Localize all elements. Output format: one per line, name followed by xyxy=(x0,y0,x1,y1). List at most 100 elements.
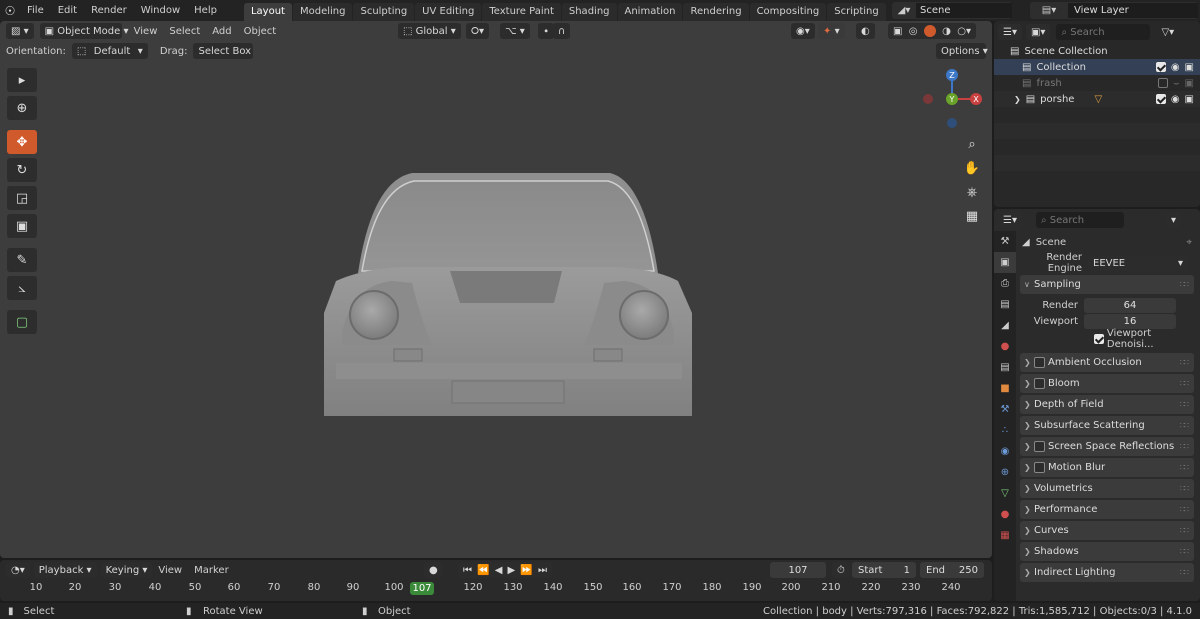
properties-editor-type-button[interactable]: ☰▾ xyxy=(998,212,1022,228)
view-layer-selector[interactable]: ▤▾ View Layer xyxy=(1030,2,1198,19)
car-model[interactable] xyxy=(322,163,694,416)
outliner-search-input[interactable]: ⌕ Search xyxy=(1056,24,1151,40)
move-tool[interactable]: ✥ xyxy=(7,130,37,154)
panel-indirect-lighting[interactable]: ❯ Indirect Lighting ∷∷ xyxy=(1020,563,1194,582)
view-layer-name[interactable]: View Layer xyxy=(1068,3,1198,18)
camera-icon[interactable]: ▣ xyxy=(1185,62,1194,73)
grip-icon[interactable]: ∷∷ xyxy=(1180,547,1189,556)
grip-icon[interactable]: ∷∷ xyxy=(1180,568,1189,577)
properties-editor[interactable]: ☰▾ ⌕ Search ▾ ⚒ ▣ ⎙ ▤ ◢ ● ▤ ■ ⚒ ∴ ◉ ⊕ ▽ … xyxy=(994,209,1200,601)
menu-select[interactable]: Select xyxy=(163,26,206,37)
timeline-ruler[interactable]: 10 20 30 40 50 60 70 80 90 100 120 130 140 150 160 170 1… xyxy=(0,581,992,595)
gizmo-toggle[interactable]: ✦ ▾ xyxy=(818,23,845,39)
exclude-checkbox[interactable] xyxy=(1157,77,1168,88)
editor-type-button[interactable]: ▨ ▾ xyxy=(6,23,34,39)
eye-icon[interactable]: ◉ xyxy=(1171,94,1180,105)
preview-range-button[interactable]: ⏱ xyxy=(832,562,850,578)
camera-icon[interactable]: ▣ xyxy=(1185,78,1194,89)
panel-bloom[interactable]: ❯ Bloom ∷∷ xyxy=(1020,374,1194,393)
object-tab-icon[interactable]: ■ xyxy=(994,378,1016,399)
annotate-tool[interactable]: ✎ xyxy=(7,248,37,272)
grip-icon[interactable]: ∷∷ xyxy=(1180,505,1189,514)
scene-name[interactable]: Scene xyxy=(916,3,1012,18)
menu-object[interactable]: Object xyxy=(238,26,283,37)
transform-orientation-select[interactable]: ⬚ Global ▾ xyxy=(398,23,461,39)
tab-compositing[interactable]: Compositing xyxy=(749,3,827,21)
menu-view[interactable]: View xyxy=(128,26,164,37)
blender-logo-icon[interactable]: ☉ xyxy=(0,0,20,21)
tab-uv-editing[interactable]: UV Editing xyxy=(415,3,482,21)
eye-icon[interactable]: ◉ xyxy=(1171,62,1180,73)
cursor-tool[interactable]: ⊕ xyxy=(7,96,37,120)
menu-add[interactable]: Add xyxy=(206,26,237,37)
outliner-row-frash[interactable]: ▤ frash ⌣ ▣ xyxy=(994,75,1200,91)
grip-icon[interactable]: ∷∷ xyxy=(1180,484,1189,493)
start-frame-field[interactable]: Start 1 xyxy=(852,562,916,578)
physics-tab-icon[interactable]: ◉ xyxy=(994,441,1016,462)
outliner-row-scene-collection[interactable]: ▤ Scene Collection xyxy=(994,43,1200,59)
play-icon[interactable]: ▶ xyxy=(508,565,516,576)
perspective-grid-icon[interactable]: ▦ xyxy=(961,205,983,227)
tab-shading[interactable]: Shading xyxy=(561,3,617,21)
material-tab-icon[interactable]: ● xyxy=(994,504,1016,525)
jump-start-icon[interactable]: ⏮ xyxy=(463,565,472,576)
world-tab-icon[interactable]: ● xyxy=(994,336,1016,357)
material-shading-icon[interactable]: ◑ xyxy=(942,26,951,37)
grip-icon[interactable]: ∷∷ xyxy=(1180,463,1189,472)
camera-icon[interactable]: ▣ xyxy=(1185,94,1194,105)
transform-tool[interactable]: ▣ xyxy=(7,214,37,238)
view-layer-tab-icon[interactable]: ▤ xyxy=(994,294,1016,315)
pivot-point-button[interactable]: ⭘▾ xyxy=(466,23,490,39)
prev-keyframe-icon[interactable]: ⏪ xyxy=(477,565,489,576)
panel-volumetrics[interactable]: ❯ Volumetrics ∷∷ xyxy=(1020,479,1194,498)
panel-enable-checkbox[interactable] xyxy=(1034,441,1045,452)
tab-animation[interactable]: Animation xyxy=(617,3,683,21)
timeline-editor[interactable]: ◔▾ Playback ▾ Keying ▾ View Marker ● ⏮ ⏪… xyxy=(0,560,992,601)
overlay-toggle[interactable]: ◐ xyxy=(856,23,875,39)
end-frame-field[interactable]: End 250 xyxy=(920,562,984,578)
outliner-row-collection[interactable]: ▤ Collection ◉ ▣ xyxy=(994,59,1200,75)
auto-keying-button[interactable]: ● xyxy=(424,562,443,578)
modifier-tab-icon[interactable]: ⚒ xyxy=(994,399,1016,420)
solid-shading-icon[interactable] xyxy=(923,25,936,37)
output-tab-icon[interactable]: ⎙ xyxy=(994,273,1016,294)
constraints-tab-icon[interactable]: ⊕ xyxy=(994,462,1016,483)
eye-closed-icon[interactable]: ⌣ xyxy=(1173,78,1180,89)
rotate-tool[interactable]: ↻ xyxy=(7,158,37,182)
grip-icon[interactable]: ∷∷ xyxy=(1180,421,1189,430)
tab-layout[interactable]: Layout xyxy=(243,3,292,21)
texture-tab-icon[interactable]: ▦ xyxy=(994,525,1016,546)
timeline-editor-type-button[interactable]: ◔▾ xyxy=(6,562,30,578)
panel-ambient-occlusion[interactable]: ❯ Ambient Occlusion ∷∷ xyxy=(1020,353,1194,372)
playback-menu[interactable]: Playback ▾ xyxy=(33,562,97,578)
outliner-editor-type-button[interactable]: ☰▾ xyxy=(998,24,1022,40)
sampling-viewport-field[interactable]: 16 xyxy=(1084,313,1176,329)
rendered-shading-icon[interactable]: ○▾ xyxy=(957,26,971,37)
proportional-edit-button[interactable]: ∙ xyxy=(538,23,555,39)
keying-menu[interactable]: Keying ▾ xyxy=(100,562,153,578)
timeline-view-menu[interactable]: View xyxy=(152,565,188,576)
particles-tab-icon[interactable]: ∴ xyxy=(994,420,1016,441)
pin-icon[interactable]: ⌖ xyxy=(1186,237,1192,248)
navigation-gizmo[interactable]: Z X Y xyxy=(914,65,990,135)
exclude-checkbox[interactable] xyxy=(1155,93,1166,104)
outliner-row-porshe[interactable]: ❯ ▤ porshe ▽ ◉ ▣ xyxy=(994,91,1200,107)
tab-sculpting[interactable]: Sculpting xyxy=(353,3,415,21)
panel-subsurface-scattering[interactable]: ❯ Subsurface Scattering ∷∷ xyxy=(1020,416,1194,435)
gizmo-neg-x-axis[interactable] xyxy=(923,94,933,104)
grip-icon[interactable]: ∷∷ xyxy=(1180,280,1189,289)
current-frame-field[interactable]: 107 xyxy=(770,562,826,578)
tab-texture-paint[interactable]: Texture Paint xyxy=(482,3,561,21)
tab-rendering[interactable]: Rendering xyxy=(683,3,749,21)
shading-buttons[interactable]: ▣ ◎ ◑ ○▾ xyxy=(888,23,976,39)
tool-tab-icon[interactable]: ⚒ xyxy=(994,231,1016,252)
panel-enable-checkbox[interactable] xyxy=(1034,378,1045,389)
outliner[interactable]: ☰▾ ▣▾ ⌕ Search ▽▾ ▤ Scene Collection ▤ C… xyxy=(994,21,1200,207)
filter-button[interactable]: ▽▾ xyxy=(1156,24,1179,40)
drag-select[interactable]: Select Box xyxy=(193,43,254,59)
tab-scripting[interactable]: Scripting xyxy=(827,3,886,21)
scene-selector[interactable]: ◢▾ Scene xyxy=(892,2,1012,19)
render-engine-select[interactable]: EEVEE ▾ xyxy=(1088,255,1188,271)
panel-shadows[interactable]: ❯ Shadows ∷∷ xyxy=(1020,542,1194,561)
render-tab-icon[interactable]: ▣ xyxy=(994,252,1016,273)
